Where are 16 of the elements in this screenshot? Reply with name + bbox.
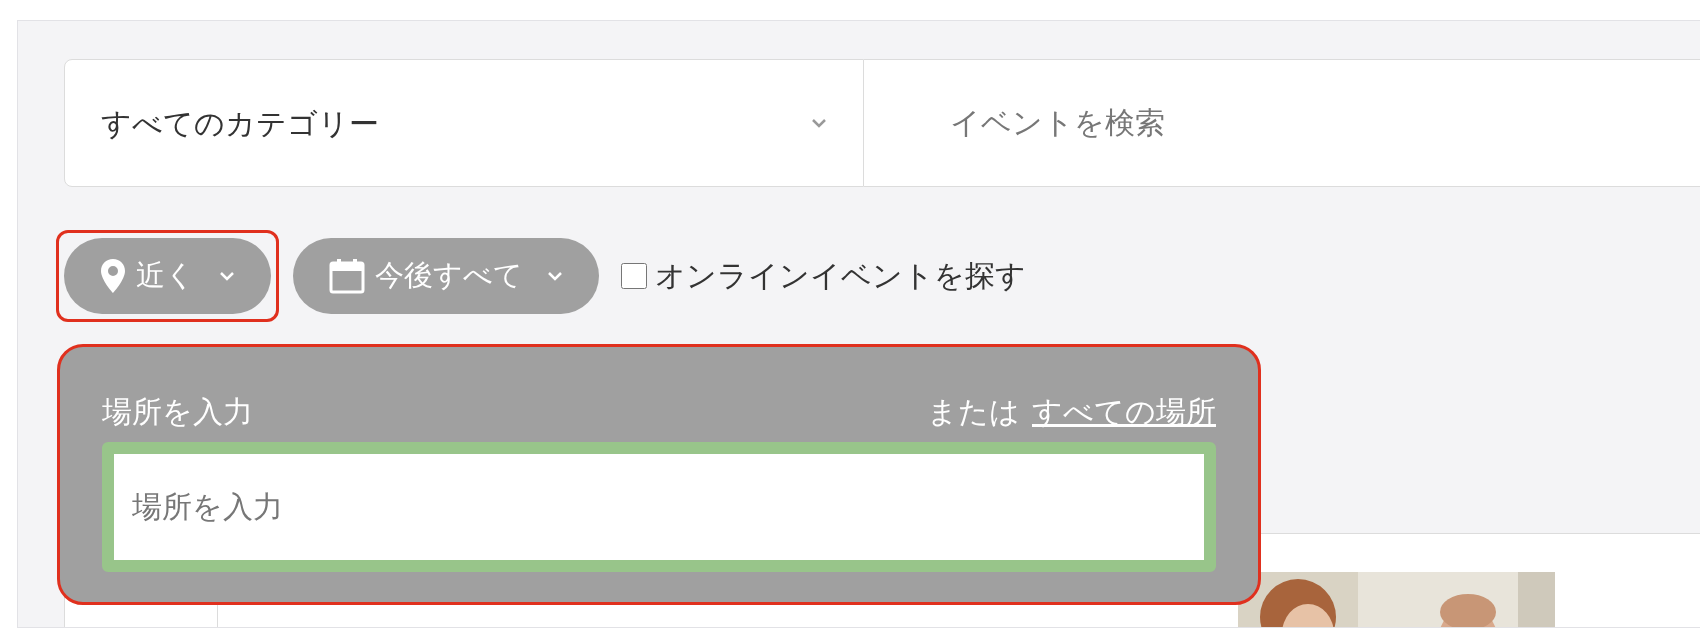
location-label: 場所を入力 bbox=[102, 394, 253, 430]
checkbox-label[interactable]: オンラインイベントを探す bbox=[655, 253, 1026, 298]
location-input[interactable]: 場所を入力 bbox=[102, 442, 1216, 572]
location-pin-icon bbox=[100, 257, 126, 294]
category-label: すべてのカテゴリー bbox=[101, 105, 379, 142]
filter-dropdown[interactable]: 近く bbox=[64, 237, 271, 314]
calendar-icon bbox=[329, 257, 365, 294]
all-locations-link[interactable]: すべての場所 bbox=[1032, 389, 1216, 434]
caret-icon bbox=[811, 118, 827, 128]
caret-icon bbox=[219, 270, 235, 281]
checkbox[interactable] bbox=[621, 262, 647, 289]
category-dropdown[interactable]: すべてのカテゴリー bbox=[64, 59, 864, 187]
or-label: または bbox=[927, 394, 1020, 430]
caret-icon bbox=[547, 270, 563, 281]
filter-dropdown[interactable]: 今後すべて bbox=[293, 237, 599, 314]
search-field[interactable]: イベントを検索 bbox=[864, 59, 1700, 187]
